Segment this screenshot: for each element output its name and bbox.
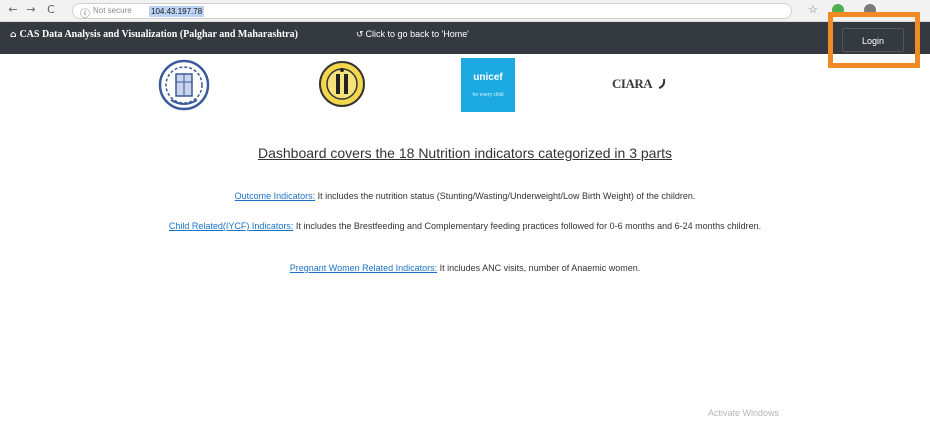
login-button[interactable]: Login [842, 28, 904, 52]
child-related-indicators-link[interactable]: Child Related(IYCF) Indicators: [169, 221, 294, 231]
browser-toolbar: ← → C ⓘ Not secure 104.43.197.78 ☆ [0, 0, 930, 22]
indicator-description: Outcome Indicators: It includes the nutr… [100, 190, 830, 202]
ciara-logo: CIARA [612, 74, 668, 96]
url-text[interactable]: 104.43.197.78 [149, 6, 205, 17]
activate-windows-watermark: Activate Windows [708, 408, 780, 418]
outcome-indicators-link[interactable]: Outcome Indicators: [235, 191, 316, 201]
page-headline: Dashboard covers the 18 Nutrition indica… [258, 145, 672, 161]
reload-icon[interactable]: C [44, 3, 58, 17]
brand[interactable]: ⌂ CAS Data Analysis and Visualization (Pa… [10, 29, 298, 40]
home-link-label: Click to go back to 'Home' [365, 29, 470, 39]
outcome-indicators-text: It includes the nutrition status (Stunti… [315, 191, 696, 201]
home-icon: ⌂ [10, 30, 17, 40]
bookmark-star-icon[interactable]: ☆ [808, 3, 818, 16]
indicator-description: Child Related(IYCF) Indicators: It inclu… [140, 220, 790, 232]
unicef-wordmark: unicef [473, 72, 503, 83]
partner-seal-logo [318, 60, 366, 108]
address-bar[interactable]: ⓘ Not secure 104.43.197.78 [72, 3, 792, 20]
forward-arrow-icon[interactable]: → [24, 3, 38, 17]
home-link[interactable]: ↺ Click to go back to 'Home' [356, 29, 469, 40]
pregnant-women-indicators-link[interactable]: Pregnant Women Related Indicators: [290, 263, 437, 273]
site-navbar: ⌂ CAS Data Analysis and Visualization (Pa… [0, 22, 930, 54]
info-icon[interactable]: ⓘ [80, 5, 90, 20]
ciara-wordmark: CIARA [612, 76, 653, 91]
pregnant-women-indicators-text: It includes ANC visits, number of Anaemi… [437, 263, 641, 273]
iit-bombay-logo [157, 58, 211, 112]
brand-title: CAS Data Analysis and Visualization (Pal… [19, 29, 298, 40]
child-related-indicators-text: It includes the Brestfeeding and Complem… [293, 221, 762, 231]
back-home-icon: ↺ [356, 30, 364, 40]
back-arrow-icon[interactable]: ← [6, 3, 20, 17]
unicef-logo: unicef for every child [461, 58, 515, 112]
indicator-description: Pregnant Women Related Indicators: It in… [100, 262, 830, 274]
security-label: Not secure [93, 6, 132, 15]
unicef-tagline: for every child [472, 92, 504, 98]
